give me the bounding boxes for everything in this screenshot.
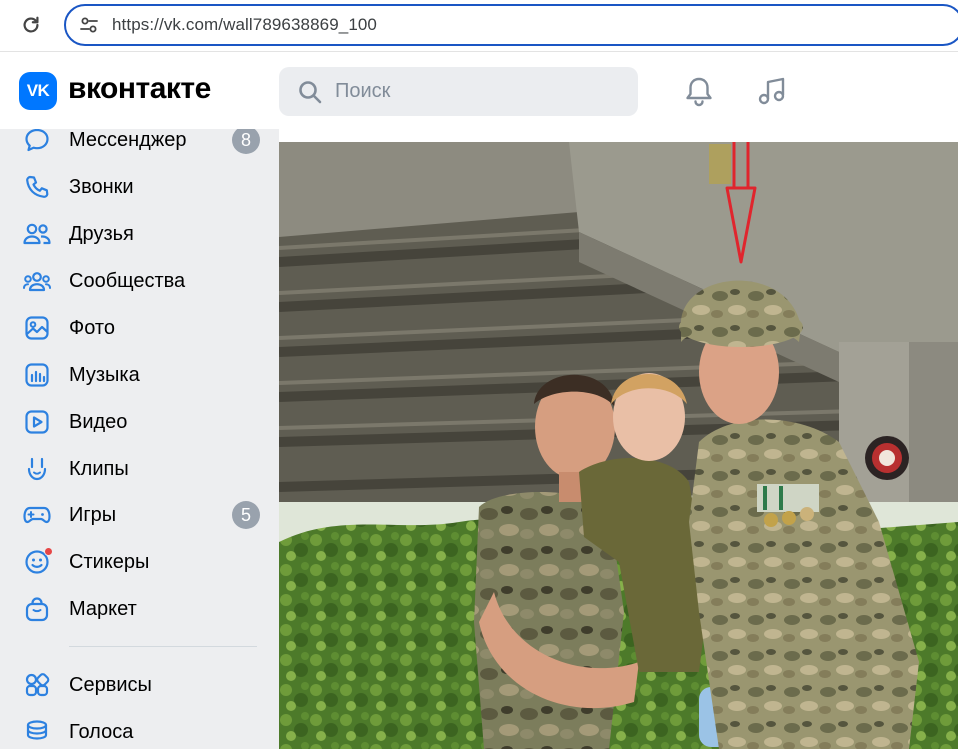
services-grid-icon (22, 670, 52, 700)
photo-icon (22, 313, 52, 343)
sidebar-divider (69, 646, 257, 647)
phone-icon (22, 172, 52, 202)
sidebar-item-label: Клипы (69, 457, 129, 480)
sidebar-item-label: Игры (69, 503, 117, 526)
sidebar-item-clips[interactable]: Клипы (0, 447, 279, 491)
clips-hand-icon (22, 454, 52, 484)
url-text[interactable]: https://vk.com/wall789638869_100 (112, 15, 377, 35)
sidebar-item-photos[interactable]: Фото (0, 306, 279, 350)
photo-image (279, 142, 958, 749)
smile-icon (22, 547, 53, 577)
reload-icon[interactable] (18, 12, 44, 38)
sidebar-item-label: Маркет (69, 597, 137, 620)
gamepad-icon (22, 500, 52, 530)
sidebar-item-messenger[interactable]: Мессенджер 8 (0, 129, 279, 162)
music-bars-icon (22, 360, 52, 390)
new-stickers-dot (44, 547, 53, 556)
sidebar-item-label: Фото (69, 316, 115, 339)
sidebar-item-label: Видео (69, 410, 128, 433)
sidebar-item-label: Друзья (69, 222, 134, 245)
vk-wordmark[interactable]: вконтакте (68, 72, 211, 106)
sidebar-item-friends[interactable]: Друзья (0, 212, 279, 256)
sidebar-item-calls[interactable]: Звонки (0, 165, 279, 209)
message-bubble-icon (22, 129, 52, 155)
sidebar-item-services[interactable]: Сервисы (0, 663, 279, 707)
search-field[interactable]: Поиск (279, 67, 638, 116)
unread-badge: 8 (232, 129, 260, 154)
music-note-icon[interactable] (755, 74, 789, 108)
coins-stack-icon (22, 717, 52, 747)
sidebar-item-votes[interactable]: Голоса (0, 710, 279, 749)
bell-icon[interactable] (682, 74, 716, 108)
sidebar-item-games[interactable]: Игры 5 (0, 493, 279, 537)
sidebar-item-label: Мессенджер (69, 129, 187, 151)
sidebar-item-label: Голоса (69, 720, 134, 743)
sidebar-item-label: Музыка (69, 363, 140, 386)
video-play-icon (22, 407, 52, 437)
sidebar-item-stickers[interactable]: Стикеры (0, 540, 279, 584)
sidebar-item-label: Стикеры (69, 550, 150, 573)
friends-icon (22, 219, 52, 249)
bag-icon (22, 594, 52, 624)
sidebar-item-video[interactable]: Видео (0, 400, 279, 444)
sidebar-item-communities[interactable]: Сообщества (0, 259, 279, 303)
communities-icon (22, 266, 52, 296)
sidebar-item-market[interactable]: Маркет (0, 587, 279, 631)
sidebar-item-label: Сообщества (69, 269, 186, 292)
address-bar[interactable]: https://vk.com/wall789638869_100 (64, 4, 958, 46)
vk-logo[interactable]: VK (19, 72, 57, 110)
post-photo[interactable] (279, 142, 958, 749)
games-badge: 5 (232, 501, 260, 529)
sidebar-item-label: Звонки (69, 175, 134, 198)
search-icon (299, 80, 322, 103)
search-placeholder[interactable]: Поиск (335, 80, 390, 103)
sidebar-item-music[interactable]: Музыка (0, 353, 279, 397)
left-sidebar-nav: Мессенджер 8 Звонки Друзья Сообщества Фо… (0, 129, 279, 749)
site-settings-icon[interactable] (78, 14, 100, 36)
browser-toolbar: https://vk.com/wall789638869_100 (0, 0, 958, 52)
vk-logo-text: VK (26, 81, 50, 100)
sidebar-item-label: Сервисы (69, 673, 152, 696)
